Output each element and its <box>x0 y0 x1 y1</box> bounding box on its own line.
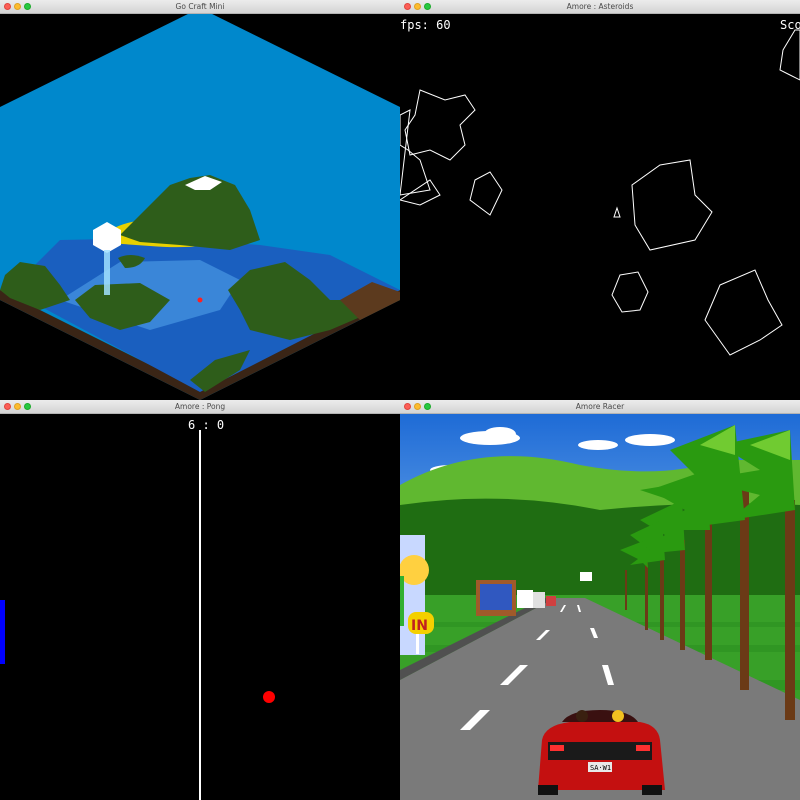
craft-window[interactable]: Go Craft Mini <box>0 0 400 400</box>
window-title: Amore : Asteroids <box>566 2 634 11</box>
score-label: Sco <box>780 18 800 32</box>
racer-titlebar[interactable]: Amore Racer <box>400 400 800 414</box>
window-title: Amore : Pong <box>174 402 226 411</box>
fps-counter: fps: 60 <box>400 18 451 32</box>
racer-viewport[interactable]: IN SA·W1 <box>400 414 800 800</box>
license-plate: SA·W1 <box>590 764 611 772</box>
score-display: 6 : 0 <box>188 418 225 432</box>
desktop: Go Craft Mini Amore: Asteroids fps: 60 … <box>0 0 800 800</box>
player-marker <box>197 297 203 303</box>
window-title: Amore Racer <box>575 402 625 411</box>
asteroids-titlebar[interactable]: Amore : Asteroids <box>400 0 800 14</box>
ball <box>263 691 275 703</box>
asteroids-window[interactable]: Amore : Asteroids fps: 60 Sco <box>400 0 800 400</box>
asteroid <box>400 179 441 206</box>
waterfall <box>104 250 110 295</box>
race-scene: IN SA·W1 <box>400 414 800 800</box>
craft-viewport[interactable] <box>0 14 400 400</box>
window-title: Go Craft Mini <box>175 2 225 11</box>
asteroid <box>779 29 800 81</box>
asteroid <box>404 89 476 161</box>
asteroid <box>704 269 783 356</box>
racer-window[interactable]: Amore Racer IN SA·W1 <box>400 400 800 800</box>
sign-label: IN <box>411 618 428 634</box>
voxel-world <box>0 14 400 400</box>
craft-titlebar[interactable]: Go Craft Mini <box>0 0 400 14</box>
asteroid <box>631 159 713 251</box>
left-paddle <box>0 600 5 664</box>
asteroid <box>469 171 503 216</box>
asteroid <box>400 109 431 196</box>
asteroid-fragment <box>613 206 621 218</box>
pong-titlebar[interactable]: Amore : Pong <box>0 400 400 414</box>
pong-court <box>0 430 275 800</box>
asteroids-viewport[interactable]: fps: 60 Sco <box>400 14 800 400</box>
asteroid-field <box>400 29 800 356</box>
pong-viewport[interactable]: 6 : 0 <box>0 414 400 800</box>
center-net <box>199 430 201 800</box>
asteroid <box>611 271 649 313</box>
pong-window[interactable]: Amore : Pong 6 : 0 <box>0 400 400 800</box>
